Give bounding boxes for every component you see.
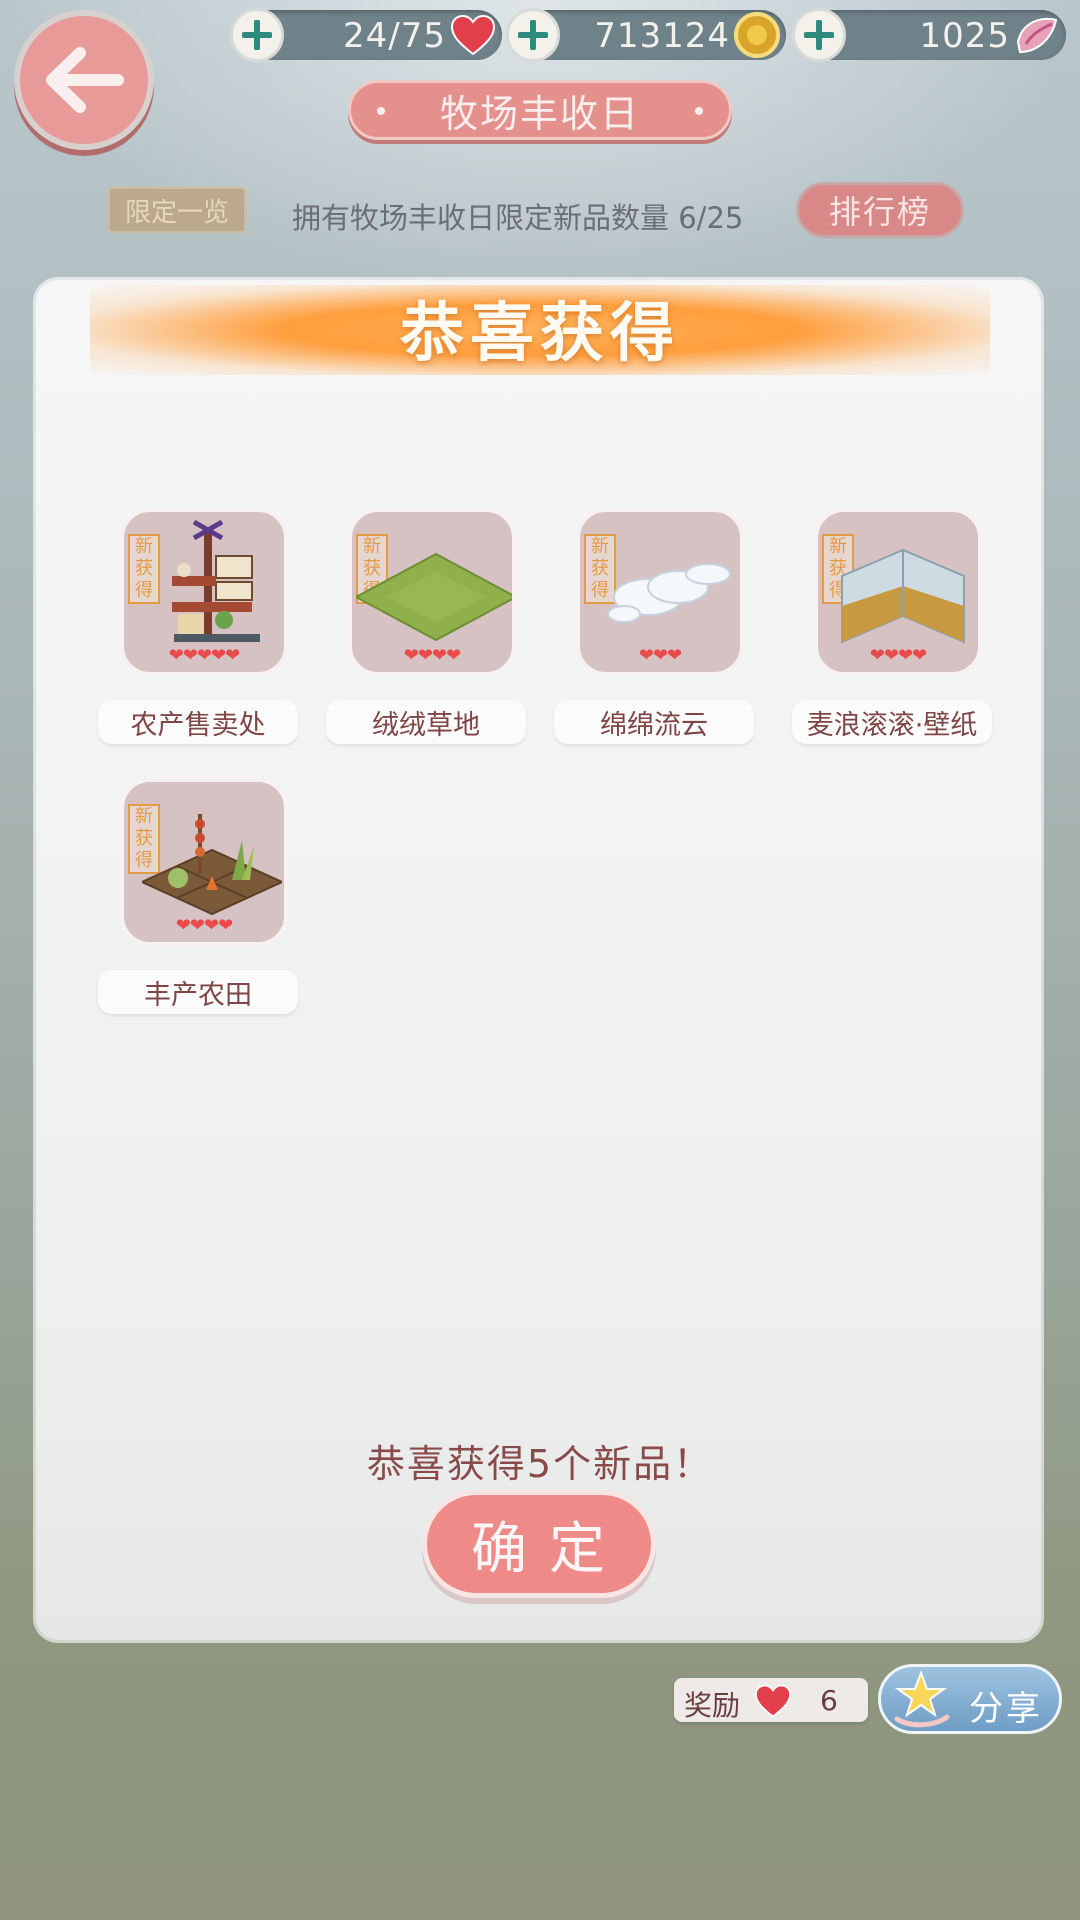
banner-dot [377,107,385,115]
event-title-banner: 牧场丰收日 [348,80,732,140]
item-name: 农产售卖处 [98,700,298,744]
item-card: 新获得 ❤❤❤ [576,508,744,676]
add-gems-button[interactable] [792,8,846,62]
plus-icon [518,20,548,50]
reward-value: 6 [820,1684,838,1717]
star-hand-icon [887,1669,957,1740]
cloud-icon [607,563,731,623]
add-coins-button[interactable] [506,8,560,62]
confirm-button[interactable]: 确定 [422,1490,656,1598]
hearts-counter: 24/75 [230,8,502,62]
plus-icon [804,20,834,50]
plus-icon [242,20,272,50]
heart-icon [446,8,500,62]
wheat-wallpaper-icon [841,548,965,644]
gem-icon [1010,8,1064,62]
back-arrow-icon [46,47,124,113]
rating-hearts: ❤❤❤❤ [403,645,461,666]
item-card: 新获得 ❤❤❤❤ [120,778,288,946]
share-label: 分享 [969,1689,1043,1729]
ranking-button[interactable]: 排行榜 [796,182,964,238]
coins-counter: 713124 [506,8,786,62]
coins-value: 713124 [594,16,730,56]
event-title: 牧场丰收日 [439,91,640,136]
farm-stand-icon [172,519,260,642]
congrats-message: 恭喜获得5个新品！ [366,1442,714,1486]
add-hearts-button[interactable] [230,8,284,62]
rating-hearts: ❤❤❤❤ [175,915,233,936]
share-reward: 奖励 6 [674,1678,868,1722]
item-name: 麦浪滚滚·壁纸 [792,700,992,744]
coin-icon [730,8,784,62]
grass-floor-icon [356,552,512,642]
banner-dot [695,107,703,115]
modal-title: 恭喜获得 [400,297,680,371]
new-tag: 新获得 [128,534,160,604]
item-name: 丰产农田 [98,970,298,1014]
reward-label: 奖励 [684,1689,741,1722]
item-card: 新获得 ❤❤❤❤❤ [120,508,288,676]
share-button[interactable]: 分享 [878,1664,1062,1734]
rating-hearts: ❤❤❤❤❤ [168,645,240,666]
hearts-value: 24/75 [343,16,446,56]
limited-list-button[interactable]: 限定一览 [108,187,246,233]
item-name: 绒绒草地 [326,700,526,744]
gems-counter: 1025 [792,8,1066,62]
rating-hearts: ❤❤❤ [638,645,682,666]
item-card: 新获得 ❤❤❤❤ [814,508,982,676]
limited-count-text: 拥有牧场丰收日限定新品数量 6/25 [292,201,744,235]
farmland-icon [142,814,282,916]
gems-value: 1025 [919,16,1010,56]
back-button[interactable] [14,10,154,150]
item-name: 绵绵流云 [554,700,754,744]
heart-icon [754,1684,792,1722]
item-card: 新获得 ❤❤❤❤ [348,508,516,676]
rating-hearts: ❤❤❤❤ [869,645,927,666]
